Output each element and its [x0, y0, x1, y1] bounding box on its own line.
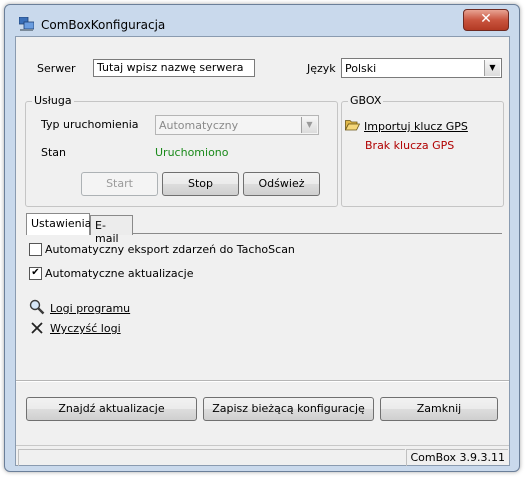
app-icon — [19, 17, 34, 31]
gbox-group-label: GBOX — [348, 94, 384, 107]
status-cell-version: ComBox 3.9.3.11 — [406, 449, 508, 466]
start-button[interactable]: Start — [81, 172, 158, 196]
server-input[interactable]: Tutaj wpisz nazwę serwera — [93, 59, 255, 77]
server-label: Serwer — [37, 62, 76, 75]
service-group-label: Usługa — [32, 94, 74, 107]
missing-gps-key-text: Brak klucza GPS — [365, 139, 455, 152]
updates-checkbox-label[interactable]: Automatyczne aktualizacje — [45, 267, 194, 280]
import-gps-key-link[interactable]: Importuj klucz GPS — [364, 120, 468, 133]
stop-button[interactable]: Stop — [162, 172, 239, 196]
updates-checkbox[interactable]: ✔ — [29, 267, 42, 280]
window-title: ComBoxKonfiguracja — [41, 18, 166, 32]
find-updates-button[interactable]: Znajdź aktualizacje — [26, 397, 197, 421]
app-window: ComBoxKonfiguracja ✕ Serwer Tutaj wpisz … — [4, 4, 520, 472]
language-label: Język — [307, 62, 336, 75]
tab-email[interactable]: E-mail — [90, 215, 133, 245]
export-checkbox[interactable] — [29, 243, 42, 256]
close-button[interactable]: Zamknij — [380, 397, 498, 421]
x-icon — [31, 322, 43, 334]
startup-type-value: Automatyczny — [159, 119, 239, 132]
clear-logs-link[interactable]: Wyczyść logi — [50, 322, 121, 335]
client-area: Serwer Tutaj wpisz nazwę serwera Język P… — [15, 36, 510, 466]
chevron-down-icon: ▼ — [484, 60, 500, 76]
separator-highlight — [16, 381, 509, 382]
startup-type-select[interactable]: Automatyczny ▼ — [155, 115, 319, 135]
title-bar[interactable]: ComBoxKonfiguracja ✕ — [5, 5, 519, 39]
program-logs-link[interactable]: Logi programu — [50, 302, 130, 315]
status-cell-empty — [18, 449, 405, 466]
export-checkbox-label[interactable]: Automatyczny eksport zdarzeń do TachoSca… — [45, 243, 295, 256]
language-select-value: Polski — [345, 62, 377, 75]
chevron-down-icon: ▼ — [301, 117, 317, 133]
startup-type-label: Typ uruchomienia — [41, 118, 139, 131]
language-select[interactable]: Polski ▼ — [341, 58, 502, 78]
folder-open-icon — [345, 120, 360, 131]
status-bar: ComBox 3.9.3.11 — [16, 445, 509, 466]
state-value: Uruchomiono — [155, 146, 229, 159]
refresh-button[interactable]: Odśwież — [243, 172, 320, 196]
server-input-value: Tutaj wpisz nazwę serwera — [97, 61, 244, 74]
service-group: Usługa Typ uruchomienia Automatyczny ▼ S… — [25, 94, 338, 207]
magnifier-icon — [29, 299, 45, 315]
gbox-group: GBOX Importuj klucz GPS Brak klucza GPS — [341, 94, 504, 207]
close-window-button[interactable]: ✕ — [463, 9, 509, 31]
state-label: Stan — [41, 146, 67, 159]
checkmark-icon: ✔ — [31, 267, 40, 278]
tab-settings[interactable]: Ustawienia — [26, 213, 91, 235]
version-text: ComBox 3.9.3.11 — [410, 451, 505, 464]
save-config-button[interactable]: Zapisz bieżącą konfigurację — [203, 397, 374, 421]
